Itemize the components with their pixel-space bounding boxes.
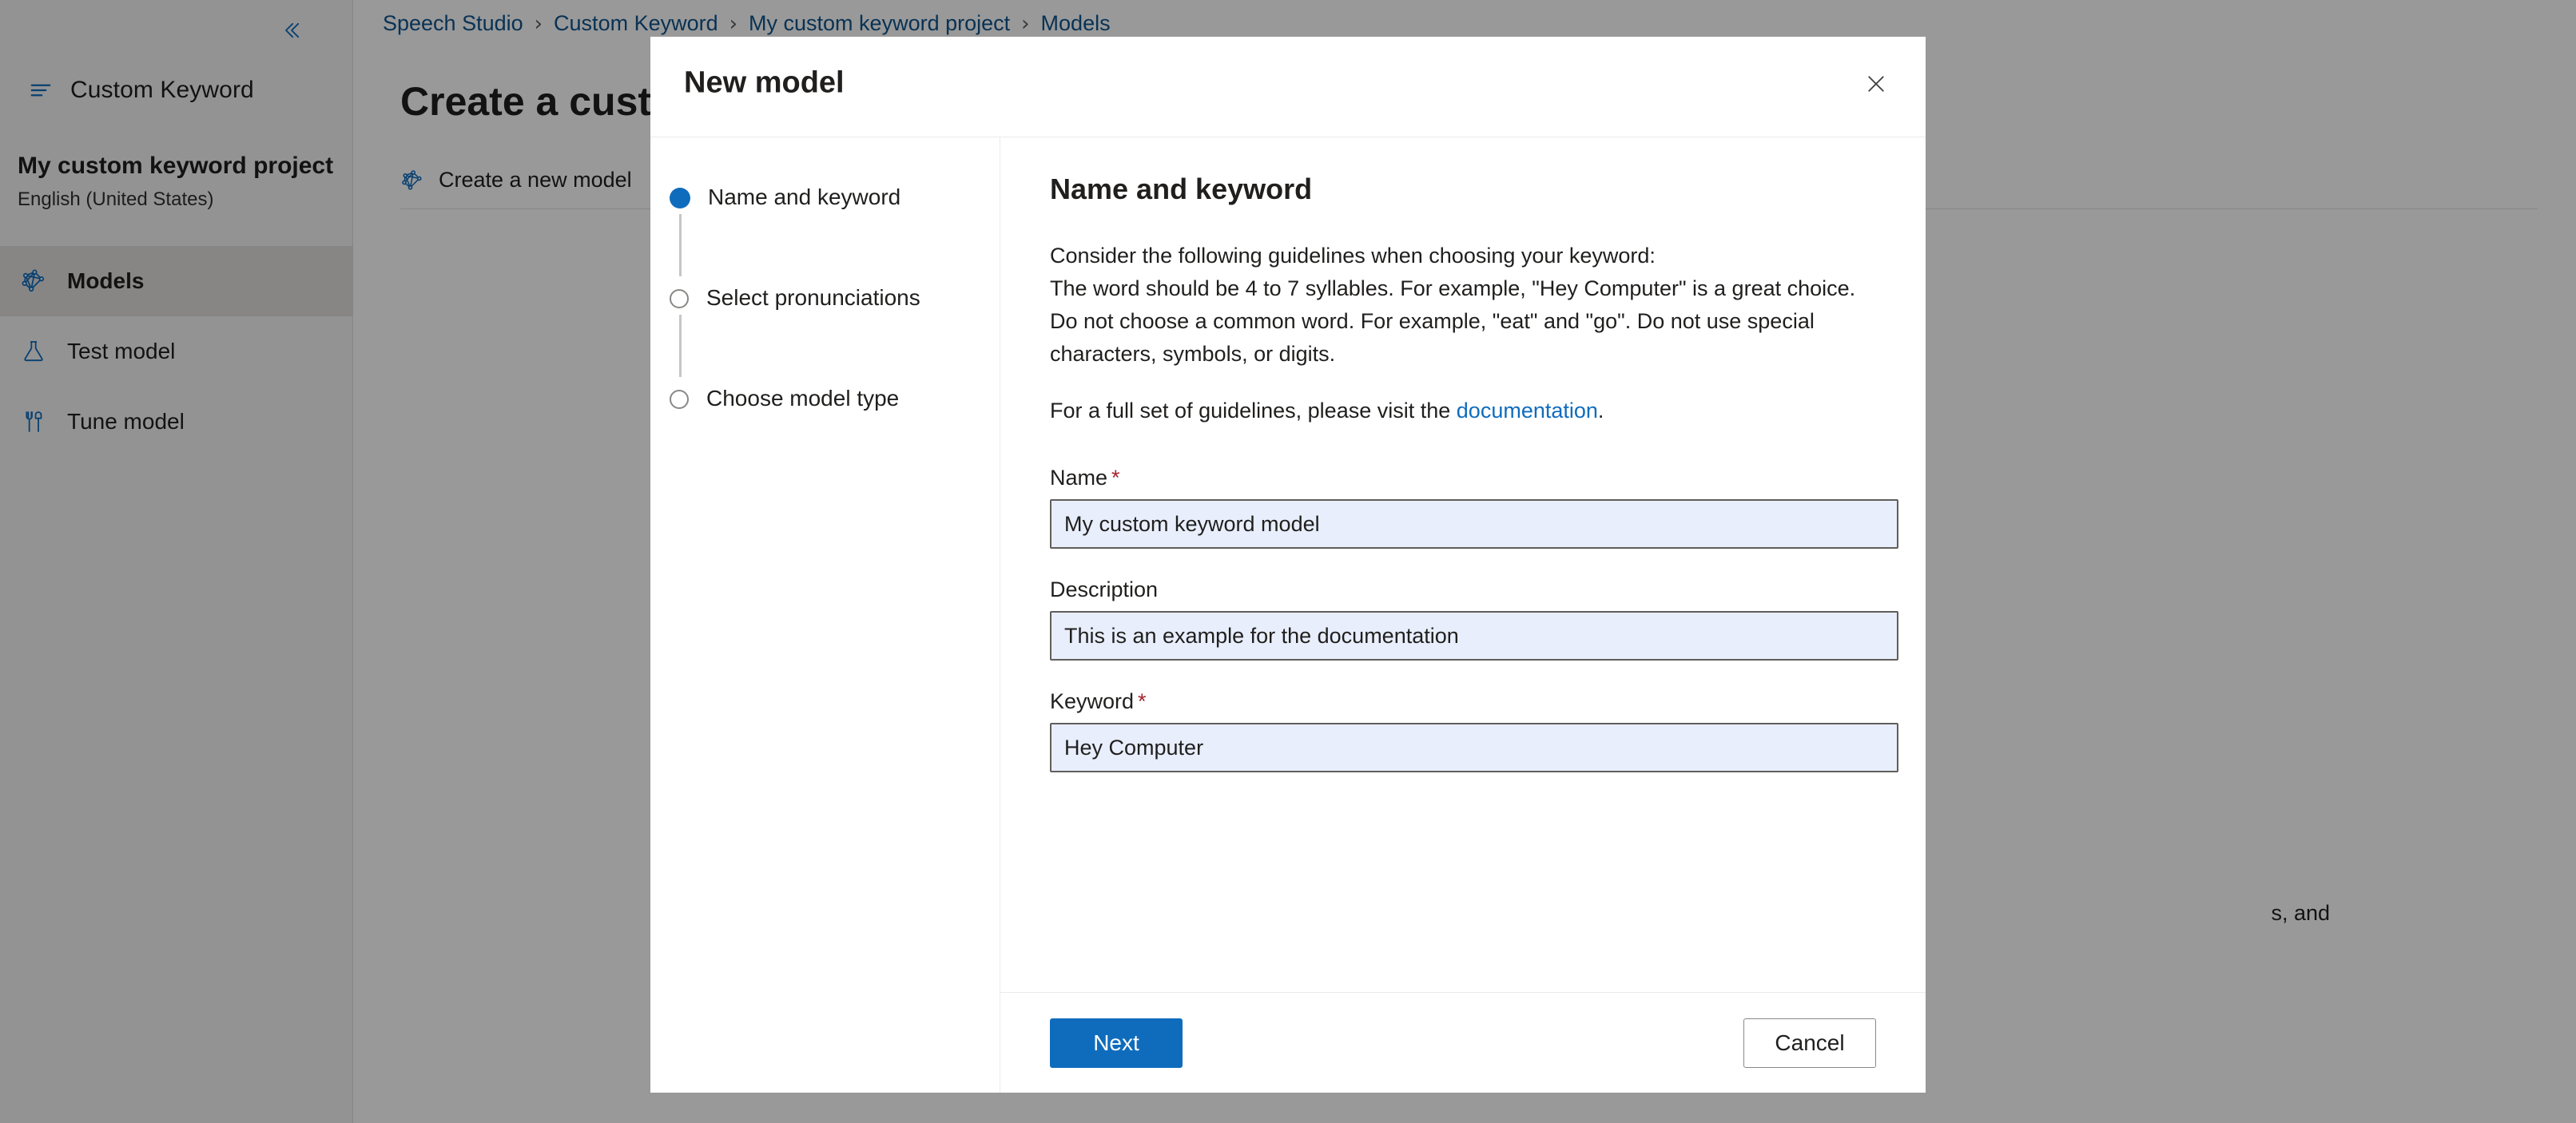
cancel-button[interactable]: Cancel	[1743, 1018, 1876, 1068]
step-indicator-empty-icon	[670, 289, 689, 308]
field-keyword: Keyword *	[1050, 689, 1898, 773]
wizard-step-select-pronunciations[interactable]: Select pronunciations	[670, 283, 1000, 383]
keyword-input[interactable]	[1050, 723, 1898, 773]
dialog-title: New model	[684, 65, 845, 100]
field-label-keyword: Keyword *	[1050, 689, 1884, 714]
required-marker: *	[1111, 466, 1120, 490]
dialog-header: New model	[650, 37, 1926, 137]
guideline-intro: Consider the following guidelines when c…	[1050, 244, 1656, 268]
field-label-text: Description	[1050, 577, 1159, 602]
guidelines-text: Consider the following guidelines when c…	[1050, 240, 1884, 371]
documentation-suffix: .	[1597, 399, 1604, 423]
wizard-step-choose-model-type[interactable]: Choose model type	[670, 383, 1000, 414]
wizard-step-label: Name and keyword	[708, 185, 901, 209]
wizard-step-label: Choose model type	[706, 386, 900, 411]
field-label-text: Keyword	[1050, 689, 1135, 714]
dialog-body: Name and keyword Select pronunciations C…	[650, 137, 1926, 1093]
next-button[interactable]: Next	[1050, 1018, 1183, 1068]
wizard-content-pane: Name and keyword Consider the following …	[1000, 137, 1926, 1093]
field-label-text: Name	[1050, 466, 1108, 490]
step-connector-line	[679, 315, 682, 377]
guideline-line-1: The word should be 4 to 7 syllables. For…	[1050, 276, 1856, 301]
step-heading: Name and keyword	[1050, 173, 1313, 205]
wizard-step-rail: Name and keyword Select pronunciations C…	[650, 137, 1000, 1093]
close-icon	[1864, 72, 1888, 98]
name-input[interactable]	[1050, 499, 1898, 550]
wizard-step-label: Select pronunciations	[706, 285, 920, 310]
guideline-line-2: Do not choose a common word. For example…	[1050, 309, 1815, 367]
required-marker: *	[1138, 689, 1147, 714]
field-label-name: Name *	[1050, 466, 1884, 490]
documentation-prefix: For a full set of guidelines, please vis…	[1050, 399, 1457, 423]
new-model-dialog: New model Name and keyword Select pronun…	[650, 37, 1926, 1093]
wizard-step-name-and-keyword[interactable]: Name and keyword	[670, 182, 1000, 283]
step-connector-line	[679, 214, 682, 276]
field-label-description: Description	[1050, 577, 1884, 602]
dialog-footer: Next Cancel	[1000, 992, 1926, 1093]
documentation-text: For a full set of guidelines, please vis…	[1050, 395, 1884, 427]
close-button[interactable]	[1851, 59, 1902, 110]
documentation-link[interactable]: documentation	[1457, 399, 1598, 423]
wizard-content-scroll: Name and keyword Consider the following …	[1000, 137, 1926, 992]
field-name: Name *	[1050, 466, 1898, 550]
field-description: Description	[1050, 577, 1898, 661]
step-indicator-empty-icon	[670, 390, 689, 409]
description-input[interactable]	[1050, 611, 1898, 661]
step-indicator-filled-icon	[670, 188, 690, 208]
